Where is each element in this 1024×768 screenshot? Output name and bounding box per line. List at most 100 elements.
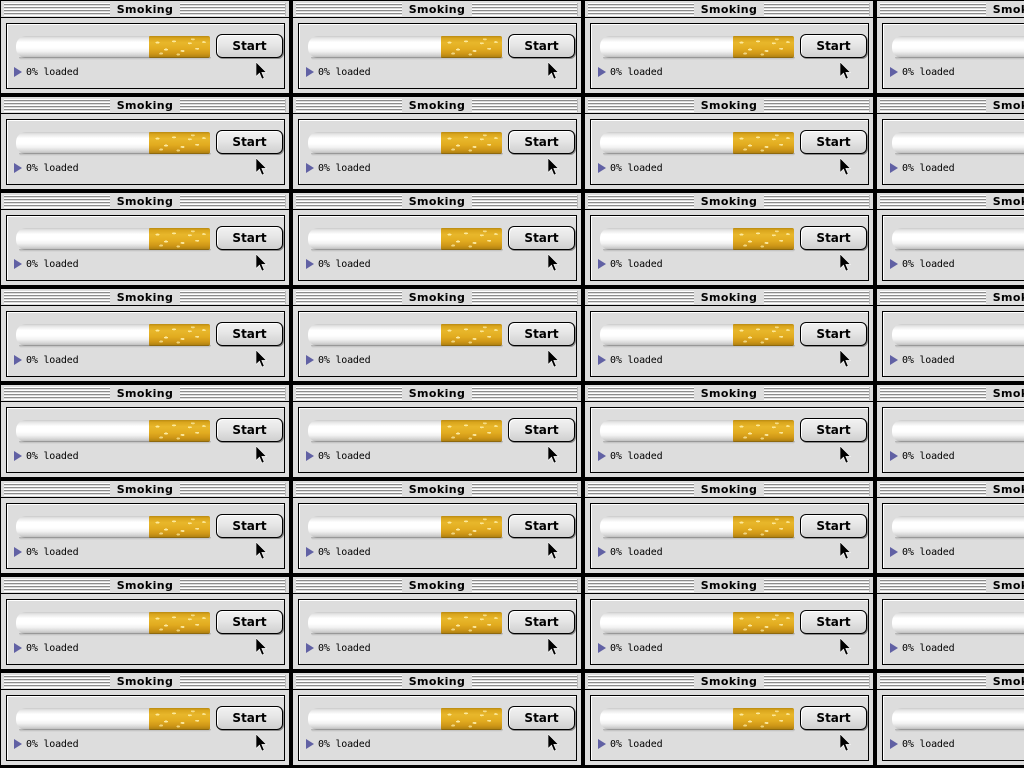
smoking-window[interactable]: Smoking Start 0% loaded (876, 576, 1024, 670)
smoking-window[interactable]: Smoking Start 0% loaded (292, 576, 582, 670)
smoking-window[interactable]: Smoking Start 0% loaded (876, 480, 1024, 574)
smoking-window[interactable]: Smoking Start 0% loaded (876, 96, 1024, 190)
triangle-right-icon[interactable] (598, 355, 606, 365)
start-button[interactable]: Start (800, 514, 867, 538)
start-button[interactable]: Start (508, 514, 575, 538)
window-titlebar[interactable]: Smoking (293, 673, 581, 690)
start-button[interactable]: Start (216, 418, 283, 442)
start-button[interactable]: Start (800, 706, 867, 730)
window-titlebar[interactable]: Smoking (585, 673, 873, 690)
window-titlebar[interactable]: Smoking (877, 289, 1024, 306)
smoking-window[interactable]: Smoking Start 0% loaded (0, 672, 290, 766)
window-titlebar[interactable]: Smoking (877, 1, 1024, 18)
triangle-right-icon[interactable] (890, 259, 898, 269)
triangle-right-icon[interactable] (14, 739, 22, 749)
window-titlebar[interactable]: Smoking (1, 385, 289, 402)
window-titlebar[interactable]: Smoking (877, 577, 1024, 594)
triangle-right-icon[interactable] (306, 643, 314, 653)
smoking-window[interactable]: Smoking Start 0% loaded (0, 0, 290, 94)
start-button[interactable]: Start (800, 610, 867, 634)
triangle-right-icon[interactable] (14, 259, 22, 269)
smoking-window[interactable]: Smoking Start 0% loaded (876, 0, 1024, 94)
smoking-window[interactable]: Smoking Start 0% loaded (0, 192, 290, 286)
start-button[interactable]: Start (216, 226, 283, 250)
triangle-right-icon[interactable] (14, 547, 22, 557)
smoking-window[interactable]: Smoking Start 0% loaded (292, 672, 582, 766)
triangle-right-icon[interactable] (890, 739, 898, 749)
smoking-window[interactable]: Smoking Start 0% loaded (584, 672, 874, 766)
start-button[interactable]: Start (800, 226, 867, 250)
window-titlebar[interactable]: Smoking (877, 193, 1024, 210)
window-titlebar[interactable]: Smoking (293, 289, 581, 306)
window-titlebar[interactable]: Smoking (293, 97, 581, 114)
smoking-window[interactable]: Smoking Start 0% loaded (0, 384, 290, 478)
smoking-window[interactable]: Smoking Start 0% loaded (0, 288, 290, 382)
window-titlebar[interactable]: Smoking (1, 193, 289, 210)
start-button[interactable]: Start (800, 322, 867, 346)
start-button[interactable]: Start (216, 322, 283, 346)
window-titlebar[interactable]: Smoking (585, 1, 873, 18)
triangle-right-icon[interactable] (306, 451, 314, 461)
triangle-right-icon[interactable] (306, 163, 314, 173)
triangle-right-icon[interactable] (890, 67, 898, 77)
window-titlebar[interactable]: Smoking (293, 1, 581, 18)
window-titlebar[interactable]: Smoking (1, 97, 289, 114)
window-titlebar[interactable]: Smoking (1, 673, 289, 690)
start-button[interactable]: Start (216, 610, 283, 634)
start-button[interactable]: Start (508, 34, 575, 58)
smoking-window[interactable]: Smoking Start 0% loaded (584, 0, 874, 94)
smoking-window[interactable]: Smoking Start 0% loaded (292, 288, 582, 382)
start-button[interactable]: Start (800, 130, 867, 154)
smoking-window[interactable]: Smoking Start 0% loaded (584, 96, 874, 190)
triangle-right-icon[interactable] (598, 163, 606, 173)
start-button[interactable]: Start (508, 706, 575, 730)
window-titlebar[interactable]: Smoking (1, 577, 289, 594)
triangle-right-icon[interactable] (890, 547, 898, 557)
smoking-window[interactable]: Smoking Start 0% loaded (876, 288, 1024, 382)
triangle-right-icon[interactable] (306, 355, 314, 365)
triangle-right-icon[interactable] (890, 451, 898, 461)
window-titlebar[interactable]: Smoking (293, 385, 581, 402)
smoking-window[interactable]: Smoking Start 0% loaded (0, 480, 290, 574)
smoking-window[interactable]: Smoking Start 0% loaded (876, 192, 1024, 286)
triangle-right-icon[interactable] (306, 547, 314, 557)
triangle-right-icon[interactable] (890, 163, 898, 173)
smoking-window[interactable]: Smoking Start 0% loaded (584, 192, 874, 286)
smoking-window[interactable]: Smoking Start 0% loaded (292, 0, 582, 94)
smoking-window[interactable]: Smoking Start 0% loaded (584, 288, 874, 382)
window-titlebar[interactable]: Smoking (1, 289, 289, 306)
window-titlebar[interactable]: Smoking (293, 193, 581, 210)
triangle-right-icon[interactable] (14, 163, 22, 173)
start-button[interactable]: Start (800, 418, 867, 442)
triangle-right-icon[interactable] (14, 451, 22, 461)
window-titlebar[interactable]: Smoking (1, 1, 289, 18)
window-titlebar[interactable]: Smoking (585, 97, 873, 114)
window-titlebar[interactable]: Smoking (585, 385, 873, 402)
window-titlebar[interactable]: Smoking (585, 481, 873, 498)
window-titlebar[interactable]: Smoking (585, 193, 873, 210)
smoking-window[interactable]: Smoking Start 0% loaded (584, 384, 874, 478)
start-button[interactable]: Start (216, 34, 283, 58)
start-button[interactable]: Start (508, 418, 575, 442)
triangle-right-icon[interactable] (598, 739, 606, 749)
triangle-right-icon[interactable] (598, 451, 606, 461)
smoking-window[interactable]: Smoking Start 0% loaded (292, 192, 582, 286)
start-button[interactable]: Start (508, 610, 575, 634)
window-titlebar[interactable]: Smoking (877, 673, 1024, 690)
triangle-right-icon[interactable] (14, 355, 22, 365)
window-titlebar[interactable]: Smoking (293, 577, 581, 594)
window-titlebar[interactable]: Smoking (585, 289, 873, 306)
start-button[interactable]: Start (216, 130, 283, 154)
window-titlebar[interactable]: Smoking (1, 481, 289, 498)
triangle-right-icon[interactable] (598, 67, 606, 77)
triangle-right-icon[interactable] (306, 739, 314, 749)
start-button[interactable]: Start (508, 322, 575, 346)
triangle-right-icon[interactable] (14, 67, 22, 77)
triangle-right-icon[interactable] (306, 259, 314, 269)
start-button[interactable]: Start (508, 130, 575, 154)
smoking-window[interactable]: Smoking Start 0% loaded (876, 384, 1024, 478)
window-titlebar[interactable]: Smoking (585, 577, 873, 594)
window-titlebar[interactable]: Smoking (293, 481, 581, 498)
start-button[interactable]: Start (216, 514, 283, 538)
window-titlebar[interactable]: Smoking (877, 385, 1024, 402)
